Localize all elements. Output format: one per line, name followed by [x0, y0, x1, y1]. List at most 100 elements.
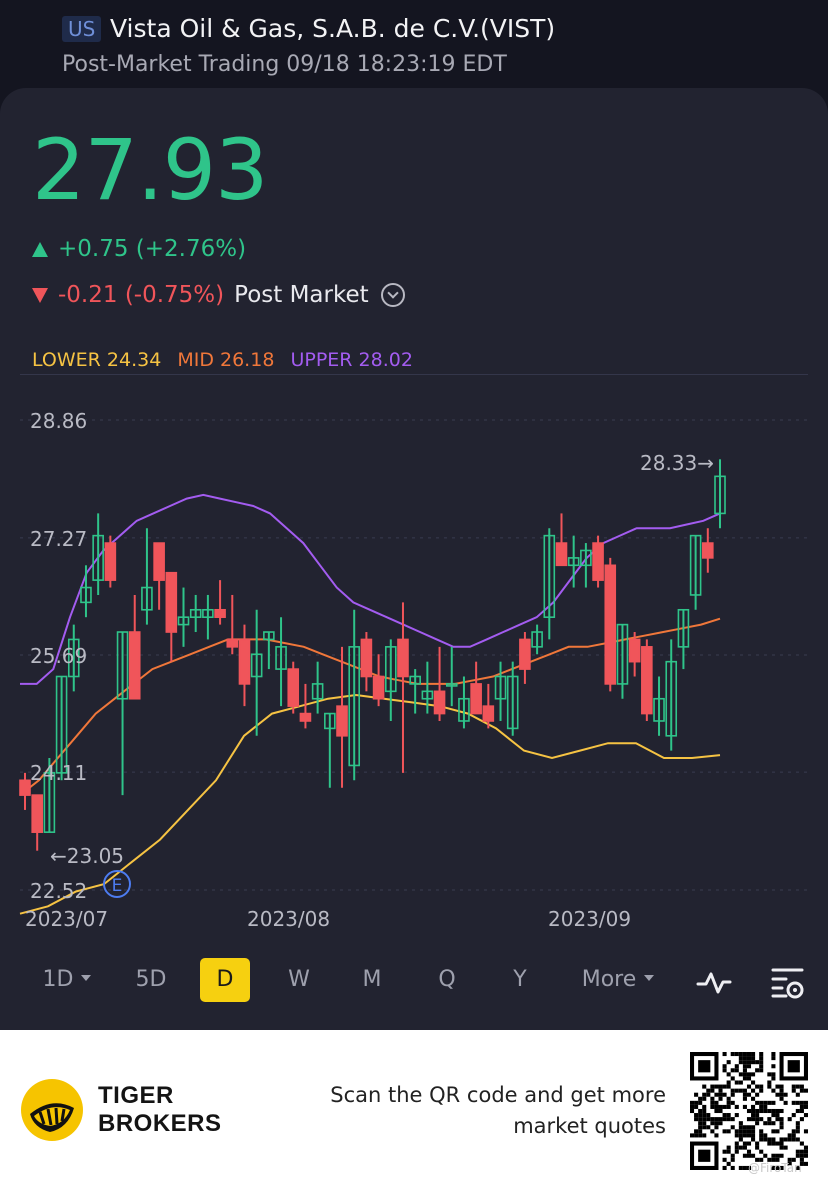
candle: [238, 624, 251, 707]
post-market-change: -0.21 (-0.75%) Post Market: [32, 280, 405, 310]
candle: [616, 623, 629, 699]
timeframe-5d[interactable]: 5D: [124, 958, 178, 1002]
candle: [506, 661, 519, 736]
candle: [336, 646, 348, 788]
candle: [324, 712, 336, 788]
candle: [482, 683, 495, 729]
candle: [653, 676, 665, 736]
svg-text:E: E: [112, 876, 123, 896]
timeframe-y[interactable]: Y: [496, 958, 544, 1002]
candle: [714, 459, 726, 529]
timeframe-w[interactable]: W: [276, 958, 322, 1002]
timeframe-label: More: [581, 967, 637, 992]
timeframe-more[interactable]: More: [566, 958, 670, 1002]
brand-line-1: TIGER: [98, 1082, 174, 1109]
timeframe-m[interactable]: M: [348, 958, 396, 1002]
candle: [641, 639, 653, 721]
candle: [458, 676, 470, 729]
candle-body: [433, 690, 446, 715]
candle: [104, 535, 117, 588]
candle-body: [360, 638, 373, 678]
y-tick-label: 27.27: [30, 527, 87, 551]
footer-banner: TIGER BROKERS Scan the QR code and get m…: [0, 1030, 828, 1190]
header: US Vista Oil & Gas, S.A.B. de C.V.(VIST)…: [0, 0, 828, 90]
candle-body: [482, 705, 495, 722]
candle: [153, 542, 165, 610]
y-tick-label: 25.69: [30, 644, 87, 668]
candle-body: [628, 638, 641, 663]
candle-body: [336, 705, 348, 737]
candle: [689, 534, 702, 610]
high-price-marker: 28.33→: [640, 451, 714, 475]
dropdown-caret-icon: [81, 975, 92, 981]
timeframe-label: 1D: [42, 967, 74, 992]
stock-title: Vista Oil & Gas, S.A.B. de C.V.(VIST): [110, 14, 556, 43]
post-change-value: -0.21 (-0.75%): [58, 282, 225, 308]
candle-body: [702, 542, 714, 559]
candle: [397, 602, 409, 773]
expand-chevron-icon[interactable]: [380, 283, 405, 307]
candle-body: [604, 564, 617, 685]
candle: [80, 565, 92, 618]
candle: [226, 594, 239, 655]
candle: [360, 632, 373, 692]
candle-body: [287, 668, 300, 707]
candle: [372, 654, 385, 707]
timeframe-label: W: [288, 967, 310, 992]
brand-line-2: BROKERS: [98, 1110, 222, 1137]
candle: [702, 528, 714, 573]
candle: [128, 594, 141, 700]
candle-body: [19, 779, 31, 796]
candle-body: [555, 542, 568, 567]
low-price-marker: ←23.05: [50, 844, 124, 868]
qr-code[interactable]: [690, 1052, 808, 1170]
chart-settings-icon[interactable]: [768, 962, 808, 1002]
day-change-value: +0.75 (+2.76%): [58, 236, 247, 262]
candle-body: [226, 638, 239, 648]
candle-body: [128, 631, 141, 700]
candle-body: [470, 683, 482, 715]
timeframe-d[interactable]: D: [200, 958, 250, 1002]
last-price: 27.93: [32, 121, 268, 219]
legend-divider: [20, 374, 808, 375]
candle: [116, 631, 129, 796]
y-tick-label: 22.52: [30, 879, 87, 903]
market-badge: US: [62, 16, 102, 42]
candle: [189, 594, 202, 633]
candle: [165, 571, 178, 662]
timeframe-label: 5D: [135, 967, 167, 992]
qr-prompt-line-1: Scan the QR code and get more: [330, 1083, 666, 1107]
post-market-label: Post Market: [234, 282, 369, 308]
candle: [19, 772, 31, 810]
candle: [519, 632, 531, 684]
timeframe-1d[interactable]: 1D: [30, 958, 104, 1002]
timeframe-label: Y: [513, 967, 527, 992]
candle: [250, 609, 263, 736]
candle: [311, 661, 324, 714]
candle-body: [214, 608, 226, 618]
timeframe-label: Q: [438, 967, 456, 992]
timeframe-q[interactable]: Q: [424, 958, 470, 1002]
timeframe-label: D: [216, 967, 234, 992]
x-tick-label: 2023/09: [548, 907, 631, 931]
candle-body: [299, 712, 312, 722]
bollinger-mid-value: MID 26.18: [177, 349, 275, 371]
x-tick-label: 2023/07: [25, 907, 108, 931]
brand-name: TIGER BROKERS: [98, 1082, 222, 1138]
candle: [263, 631, 275, 670]
candle: [592, 535, 604, 588]
candle-body: [31, 794, 43, 833]
candle: [555, 513, 568, 567]
qr-prompt: Scan the QR code and get more market quo…: [286, 1080, 666, 1142]
candle: [141, 528, 153, 625]
candle-body: [397, 638, 409, 678]
candlestick-chart[interactable]: 28.86 27.27 25.69 24.11 22.52 2023/07 2023/08 2…: [0, 380, 828, 940]
day-change: +0.75 (+2.76%): [32, 234, 246, 264]
candle: [604, 557, 617, 692]
bollinger-lower-value: LOWER 24.34: [32, 349, 162, 371]
candle-body: [153, 542, 165, 581]
watermark: @FiroTan: [748, 1161, 802, 1175]
down-arrow-icon: [32, 287, 48, 303]
candle: [202, 594, 214, 640]
indicator-icon[interactable]: [694, 962, 734, 1002]
